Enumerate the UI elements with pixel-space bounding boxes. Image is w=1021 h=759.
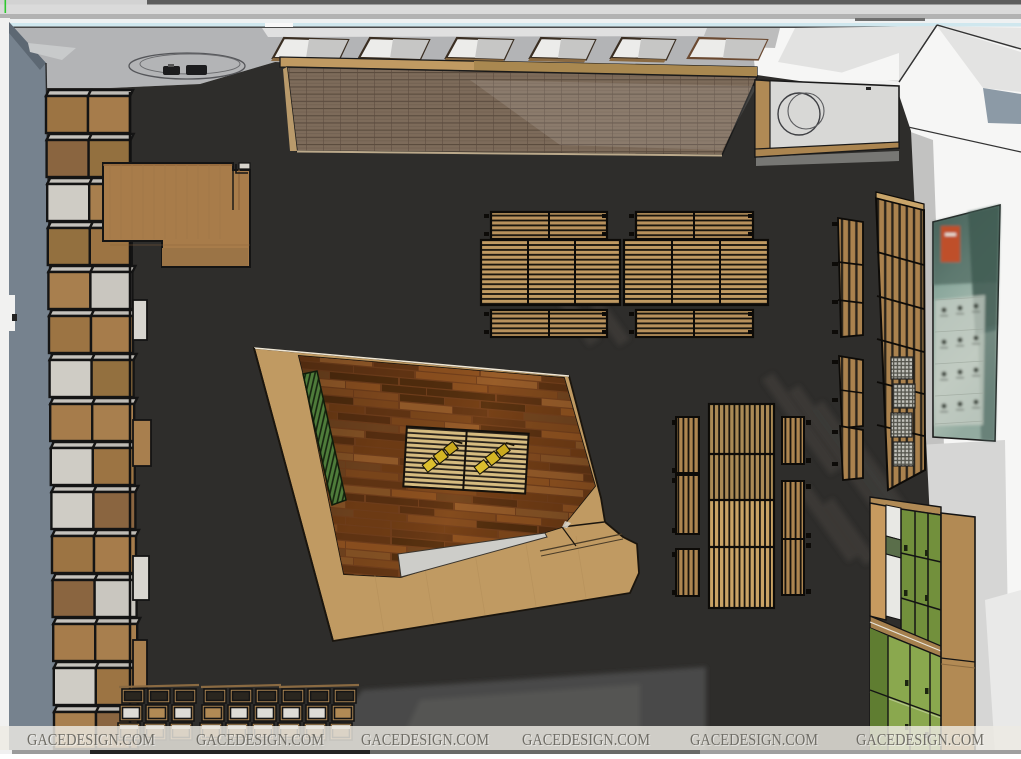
svg-text:GACEDESIGN.COM: GACEDESIGN.COM [690,730,818,749]
svg-text:GACEDESIGN.COM: GACEDESIGN.COM [856,730,984,749]
svg-text:GACEDESIGN.COM: GACEDESIGN.COM [522,730,650,749]
svg-text:GACEDESIGN.COM: GACEDESIGN.COM [361,730,489,749]
svg-text:GACEDESIGN.COM: GACEDESIGN.COM [27,730,155,749]
svg-text:GACEDESIGN.COM: GACEDESIGN.COM [196,730,324,749]
